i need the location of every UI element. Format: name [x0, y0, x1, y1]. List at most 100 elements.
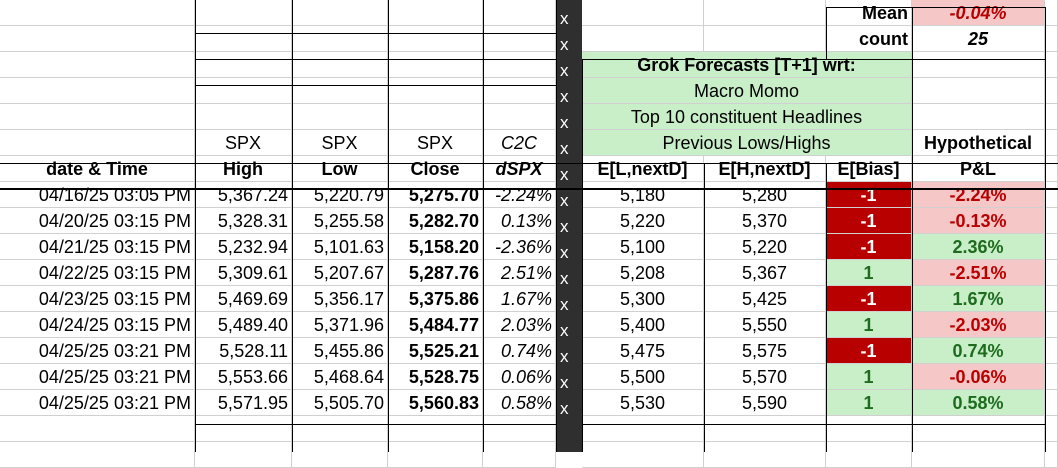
- cell-high[interactable]: 5,232.94: [195, 234, 292, 260]
- cell-pnl[interactable]: -2.03%: [912, 312, 1045, 338]
- header-high[interactable]: High: [195, 156, 292, 182]
- cell-expected-bias[interactable]: -1: [826, 182, 912, 208]
- grid-cell[interactable]: [195, 26, 292, 52]
- header-pnl[interactable]: P&L: [912, 156, 1045, 182]
- cell-date-time[interactable]: 04/22/25 03:15 PM: [0, 260, 195, 286]
- grid-cell[interactable]: [388, 104, 483, 130]
- grid-cell[interactable]: [0, 442, 195, 468]
- cell-expected-low[interactable]: 5,100: [582, 234, 704, 260]
- cell-dspx[interactable]: 0.06%: [483, 364, 556, 390]
- cell-pnl[interactable]: -0.06%: [912, 364, 1045, 390]
- grid-cell[interactable]: [1045, 390, 1058, 416]
- grid-cell[interactable]: [912, 416, 1045, 442]
- grid-cell[interactable]: [292, 416, 388, 442]
- grid-cell[interactable]: [1045, 208, 1058, 234]
- cell-expected-high[interactable]: 5,370: [704, 208, 826, 234]
- grid-cell[interactable]: [1045, 156, 1058, 182]
- grid-cell[interactable]: [292, 78, 388, 104]
- cell-high[interactable]: 5,528.11: [195, 338, 292, 364]
- cell-dspx[interactable]: -2.24%: [483, 182, 556, 208]
- cell-expected-high[interactable]: 5,550: [704, 312, 826, 338]
- cell-expected-bias[interactable]: 1: [826, 390, 912, 416]
- cell-low[interactable]: 5,356.17: [292, 286, 388, 312]
- grid-cell[interactable]: [704, 26, 826, 52]
- cell-date-time[interactable]: 04/21/25 03:15 PM: [0, 234, 195, 260]
- forecast-line-lows-highs[interactable]: Previous Lows/Highs: [582, 130, 912, 156]
- grid-cell[interactable]: [483, 52, 556, 78]
- grid-cell[interactable]: [1045, 338, 1058, 364]
- cell-pnl[interactable]: 0.74%: [912, 338, 1045, 364]
- grid-cell[interactable]: [388, 26, 483, 52]
- grid-cell[interactable]: [292, 52, 388, 78]
- grid-cell[interactable]: [388, 78, 483, 104]
- cell-expected-low[interactable]: 5,475: [582, 338, 704, 364]
- cell-pnl[interactable]: 1.67%: [912, 286, 1045, 312]
- cell-close[interactable]: 5,282.70: [388, 208, 483, 234]
- grid-cell[interactable]: [483, 442, 556, 468]
- grid-cell[interactable]: [0, 26, 195, 52]
- grid-cell[interactable]: [1045, 312, 1058, 338]
- grid-cell[interactable]: [1045, 234, 1058, 260]
- cell-low[interactable]: 5,220.79: [292, 182, 388, 208]
- grid-cell[interactable]: [0, 0, 195, 26]
- cell-date-time[interactable]: 04/23/25 03:15 PM: [0, 286, 195, 312]
- cell-date-time[interactable]: 04/25/25 03:21 PM: [0, 364, 195, 390]
- mean-label[interactable]: Mean: [826, 0, 912, 26]
- grid-cell[interactable]: [912, 442, 1045, 468]
- grid-cell[interactable]: [195, 52, 292, 78]
- grid-cell[interactable]: [1045, 182, 1058, 208]
- cell-dspx[interactable]: 0.58%: [483, 390, 556, 416]
- grid-cell[interactable]: [704, 442, 826, 468]
- forecast-title[interactable]: Grok Forecasts [T+1] wrt:: [582, 52, 912, 78]
- header-spx-low-top[interactable]: SPX: [292, 130, 388, 156]
- grid-cell[interactable]: [1045, 26, 1058, 52]
- cell-low[interactable]: 5,455.86: [292, 338, 388, 364]
- grid-cell[interactable]: [483, 0, 556, 26]
- grid-cell[interactable]: [1045, 364, 1058, 390]
- grid-cell[interactable]: [826, 416, 912, 442]
- grid-cell[interactable]: [1045, 130, 1058, 156]
- grid-cell[interactable]: [1045, 260, 1058, 286]
- cell-high[interactable]: 5,309.61: [195, 260, 292, 286]
- grid-cell[interactable]: [292, 104, 388, 130]
- cell-low[interactable]: 5,468.64: [292, 364, 388, 390]
- grid-cell[interactable]: [826, 442, 912, 468]
- header-spx-close-top[interactable]: SPX: [388, 130, 483, 156]
- cell-expected-high[interactable]: 5,367: [704, 260, 826, 286]
- cell-close[interactable]: 5,375.86: [388, 286, 483, 312]
- cell-date-time[interactable]: 04/25/25 03:21 PM: [0, 338, 195, 364]
- cell-close[interactable]: 5,560.83: [388, 390, 483, 416]
- cell-expected-low[interactable]: 5,180: [582, 182, 704, 208]
- cell-pnl[interactable]: 0.58%: [912, 390, 1045, 416]
- grid-cell[interactable]: [0, 78, 195, 104]
- cell-pnl[interactable]: -2.51%: [912, 260, 1045, 286]
- grid-cell[interactable]: [912, 104, 1045, 130]
- grid-cell[interactable]: [388, 416, 483, 442]
- grid-cell[interactable]: [1045, 78, 1058, 104]
- cell-high[interactable]: 5,553.66: [195, 364, 292, 390]
- cell-expected-high[interactable]: 5,570: [704, 364, 826, 390]
- cell-expected-high[interactable]: 5,590: [704, 390, 826, 416]
- forecast-line-macro[interactable]: Macro Momo: [582, 78, 912, 104]
- grid-cell[interactable]: [0, 52, 195, 78]
- cell-dspx[interactable]: 0.74%: [483, 338, 556, 364]
- cell-date-time[interactable]: 04/16/25 03:05 PM: [0, 182, 195, 208]
- header-low[interactable]: Low: [292, 156, 388, 182]
- cell-close[interactable]: 5,528.75: [388, 364, 483, 390]
- grid-cell[interactable]: [0, 416, 195, 442]
- cell-pnl[interactable]: -0.13%: [912, 208, 1045, 234]
- grid-cell[interactable]: [292, 442, 388, 468]
- grid-cell[interactable]: [195, 104, 292, 130]
- grid-cell[interactable]: [195, 442, 292, 468]
- grid-cell[interactable]: [483, 104, 556, 130]
- grid-cell[interactable]: [195, 416, 292, 442]
- cell-dspx[interactable]: 1.67%: [483, 286, 556, 312]
- header-close[interactable]: Close: [388, 156, 483, 182]
- cell-pnl[interactable]: 2.36%: [912, 234, 1045, 260]
- cell-high[interactable]: 5,489.40: [195, 312, 292, 338]
- cell-low[interactable]: 5,255.58: [292, 208, 388, 234]
- cell-expected-low[interactable]: 5,530: [582, 390, 704, 416]
- cell-close[interactable]: 5,484.77: [388, 312, 483, 338]
- cell-expected-high[interactable]: 5,220: [704, 234, 826, 260]
- count-label[interactable]: count: [826, 26, 912, 52]
